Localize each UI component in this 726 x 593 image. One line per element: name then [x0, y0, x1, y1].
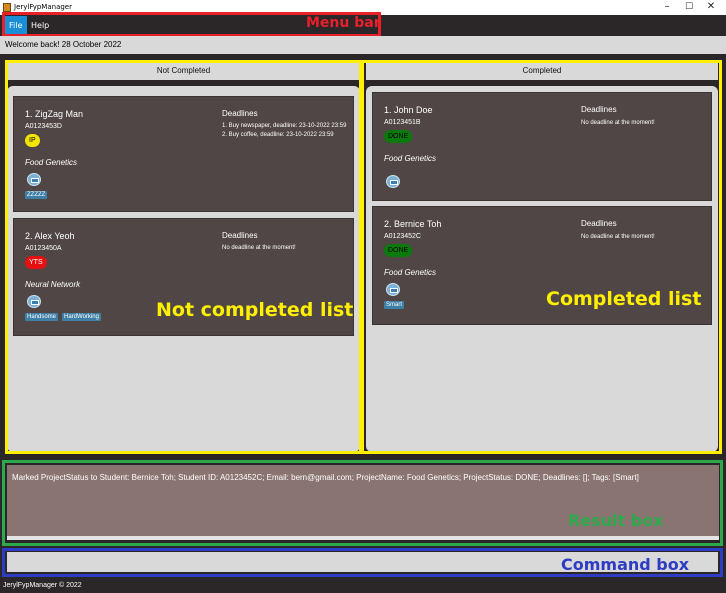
menu-bar-annotation: Menu bar	[306, 15, 381, 31]
completed-highlight	[361, 60, 722, 454]
close-icon[interactable]: ✕	[696, 1, 726, 13]
window-title: JerylFypManager	[14, 3, 72, 11]
command-box-annotation: Command box	[561, 555, 690, 574]
welcome-message: Welcome back! 28 October 2022	[0, 36, 726, 54]
result-box-highlight	[2, 460, 723, 546]
not-completed-highlight	[5, 60, 362, 454]
status-footer: JerylFypManager © 2022	[0, 578, 726, 593]
result-box-annotation: Result box	[568, 511, 664, 530]
app-icon	[3, 3, 11, 12]
